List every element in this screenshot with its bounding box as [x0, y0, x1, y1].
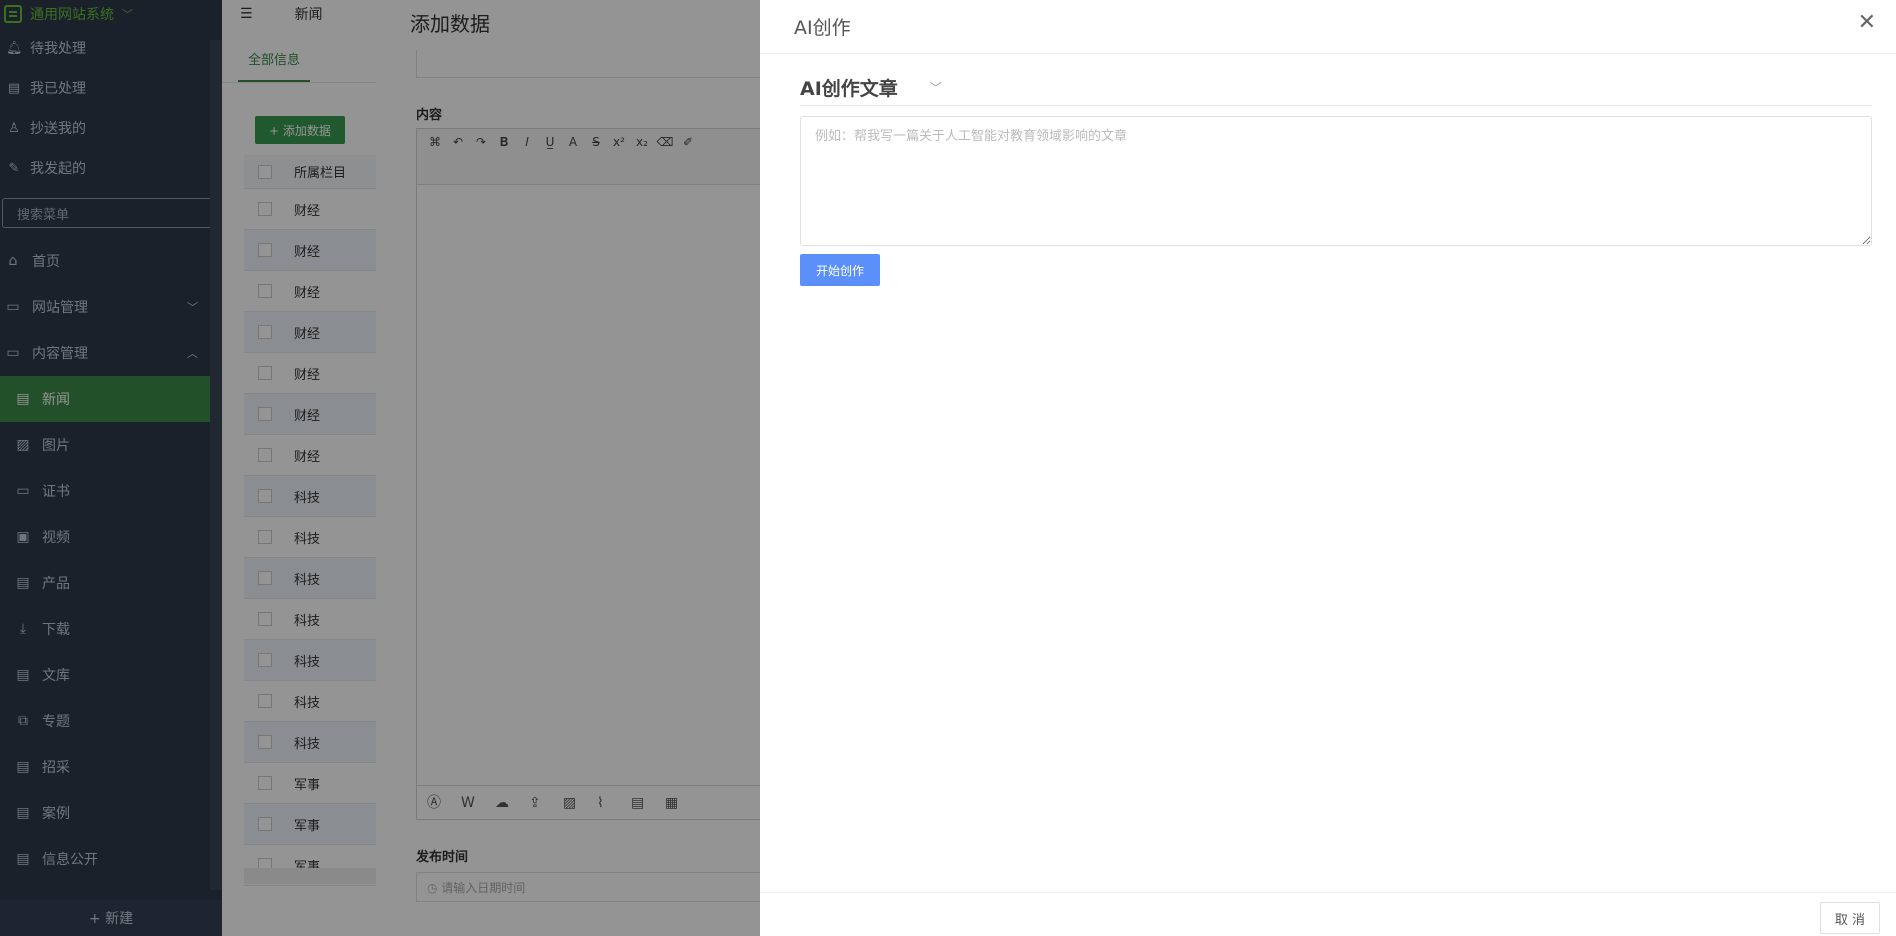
modal-overlay[interactable]: [0, 0, 760, 936]
ai-drawer: AI创作 ✕ AI创作文章 ﹀ 开始创作 取 消: [760, 0, 1896, 936]
cancel-button[interactable]: 取 消: [1819, 902, 1880, 934]
start-creation-button[interactable]: 开始创作: [800, 254, 881, 286]
drawer-footer: 取 消: [760, 892, 1896, 936]
drawer-header: AI创作 ✕: [760, 0, 1896, 54]
section-title: AI创作文章: [800, 78, 898, 100]
chevron-down-icon[interactable]: ﹀: [930, 79, 942, 96]
close-icon[interactable]: ✕: [1858, 10, 1876, 35]
ai-article-section[interactable]: AI创作文章 ﹀: [800, 70, 1872, 106]
prompt-textarea[interactable]: [800, 116, 1872, 246]
drawer-title: AI创作: [794, 17, 851, 39]
